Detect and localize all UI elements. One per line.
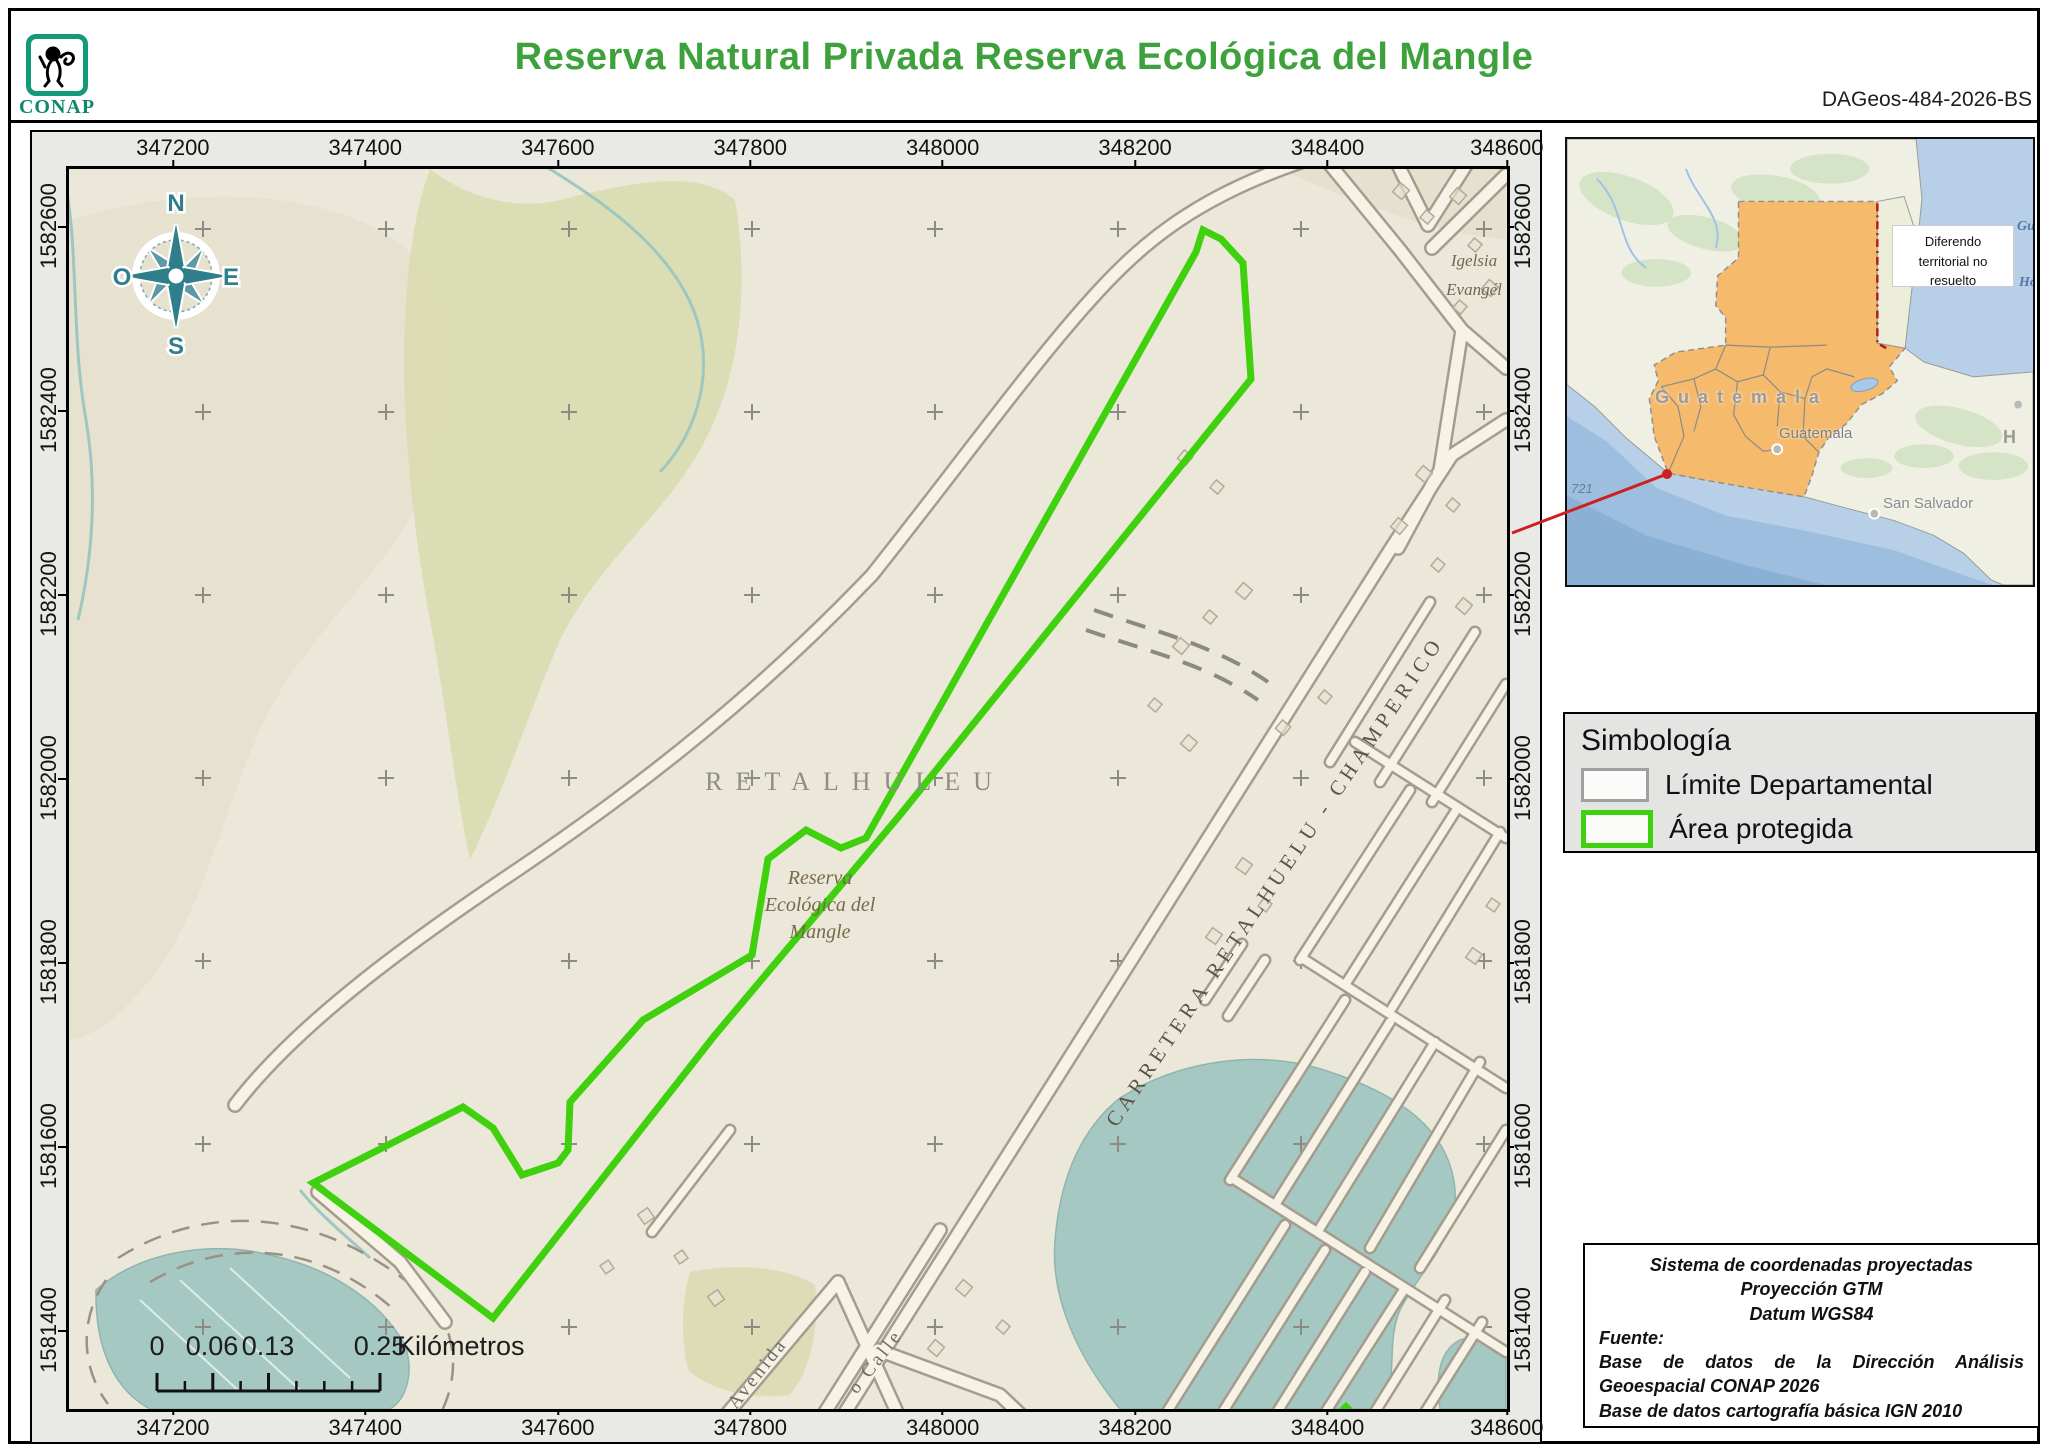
source-line-1: Base de datos de la Dirección Análisis G… [1599,1350,2024,1399]
legend-title: Simbología [1581,724,2019,758]
x-tick-label: 348400 [1291,1415,1364,1441]
x-tick-label: 347400 [329,1415,402,1441]
compass-south-label: S [168,333,184,357]
datum-line: Datum WGS84 [1599,1302,2024,1326]
legend-item-departmental: Límite Departamental [1581,768,2019,802]
x-tick-label: 348600 [1470,1415,1543,1441]
city-dot [2014,401,2022,409]
compass-north-label: N [167,190,184,217]
projection-line: Proyección GTM [1599,1277,2024,1301]
source-heading: Fuente: [1599,1326,2024,1350]
scale-tick-label: 0.13 [242,1331,295,1362]
protected-area-swatch [1581,810,1653,848]
source-line-2: Base de datos cartografía básica IGN 201… [1599,1399,2024,1423]
scale-tick-label: 0.06 [186,1331,239,1362]
x-tick-label: 348200 [1098,1415,1171,1441]
territorial-dispute-note: Diferendo territorial no resuelto [1892,225,2014,287]
san-salvador-dot [1869,509,1879,519]
compass-west-label: O [113,264,132,291]
legend: Simbología Límite Departamental Área pro… [1563,712,2037,853]
scale-tick-label: 0 [149,1331,164,1362]
x-tick-label: 347800 [714,135,787,161]
x-tick-label: 348200 [1098,135,1171,161]
scale-bar-ruler [135,1367,415,1395]
credits-box: Sistema de coordenadas proyectadas Proye… [1583,1243,2040,1428]
x-tick-label: 347200 [136,135,209,161]
x-tick-label: 348000 [906,1415,979,1441]
document-id: DAGeos-484-2026-BS [1822,88,2032,112]
departmental-boundary-swatch [1581,768,1649,802]
legend-item-protected-area: Área protegida [1581,810,2019,848]
x-tick-label: 348000 [906,135,979,161]
compass-east-label: E [223,264,239,291]
x-tick-label: 347200 [136,1415,209,1441]
capital-city-dot [1772,444,1782,454]
coordinate-system-line: Sistema de coordenadas proyectadas [1599,1253,2024,1277]
map-document-page: CONAP Reserva Natural Privada Reserva Ec… [0,0,2048,1452]
coordinate-strip-top: 347200 347400 347600 347800 348000 34820… [32,132,1540,166]
conap-label: CONAP [14,96,100,119]
coordinate-strip-bottom: 347200 347400 347600 347800 348000 34820… [32,1408,1540,1442]
main-map-frame: 347200 347400 347600 347800 348000 34820… [30,130,1542,1444]
x-tick-label: 347600 [521,1415,594,1441]
map-plot-area: RETALHULEU Reserva Ecológica del Mangle … [66,166,1510,1412]
inset-canvas [1567,139,2033,585]
x-tick-label: 348400 [1291,135,1364,161]
inset-locator-map: G u a t e m a l a Guatemala San Salvador… [1565,137,2035,587]
x-tick-label: 347600 [521,135,594,161]
x-tick-label: 347400 [329,135,402,161]
compass-rose-icon: N S E O [111,181,241,357]
header-divider [8,120,2040,123]
x-tick-label: 347800 [714,1415,787,1441]
coordinate-strip-right: 1582600 1582400 1582200 1582000 1581800 … [1506,166,1540,1408]
map-canvas [66,166,1510,1412]
page-title: Reserva Natural Privada Reserva Ecológic… [0,36,2048,79]
x-tick-label: 348600 [1470,135,1543,161]
coordinate-strip-left: 1582600 1582400 1582200 1582000 1581800 … [32,166,66,1408]
scale-bar: 0 0.06 0.13 0.25 Kilómetros [135,1331,605,1403]
scale-unit-label: Kilómetros [397,1331,525,1362]
